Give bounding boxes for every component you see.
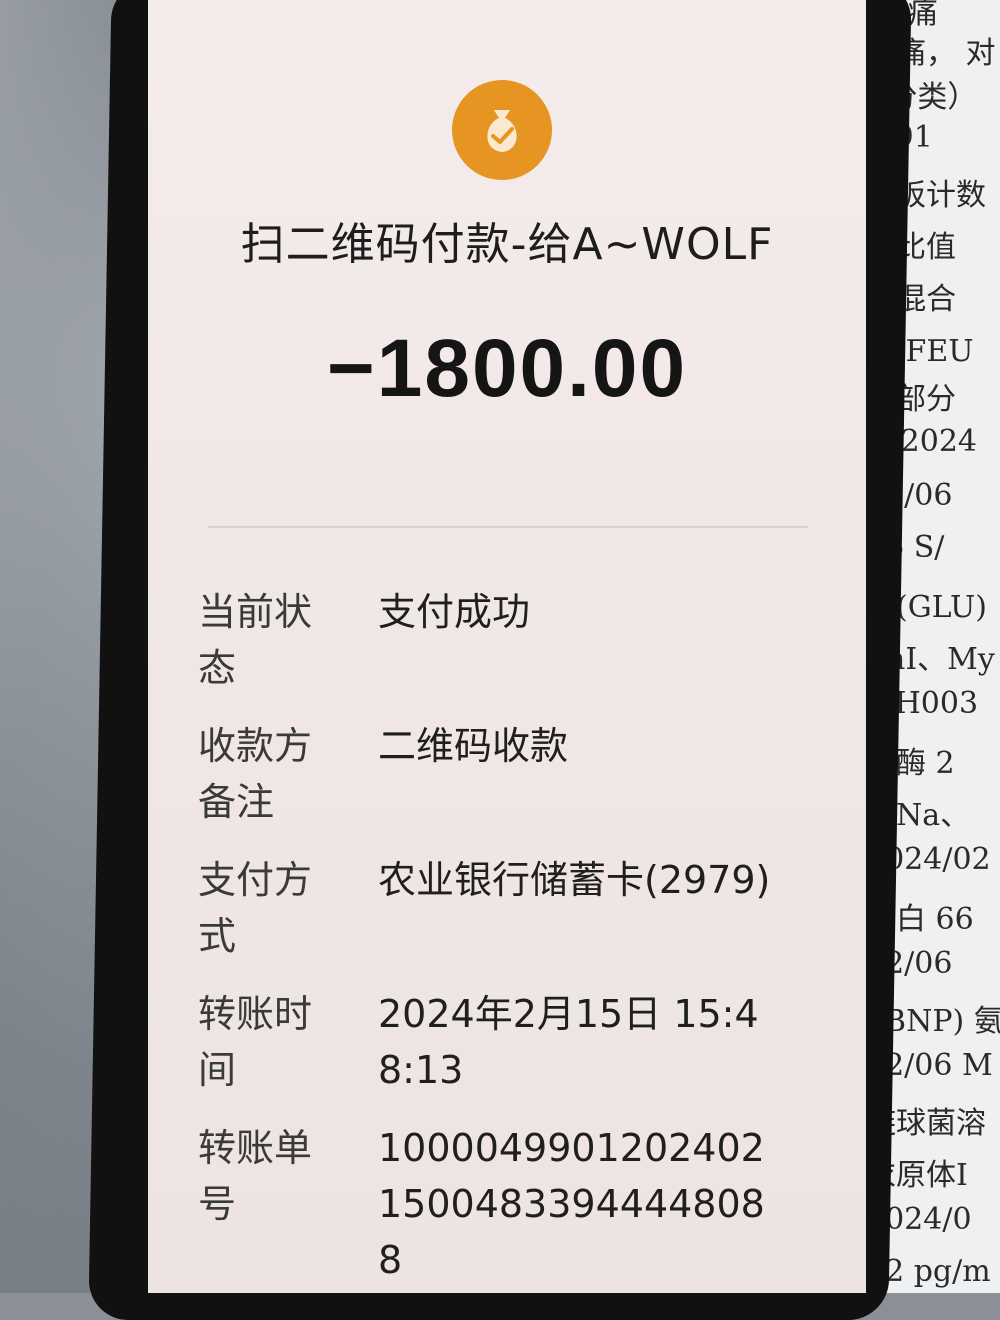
detail-value: 支付成功 bbox=[378, 590, 531, 634]
detail-label: 支付方式 bbox=[198, 858, 313, 958]
detail-label: 当前状态 bbox=[198, 590, 313, 690]
divider bbox=[208, 526, 808, 528]
money-bag-check-icon bbox=[452, 80, 552, 180]
payment-receipt-screen: 扫二维码付款-给A~WOLF −1800.00 当前状态 支付成功 收款方备注 … bbox=[148, 0, 866, 1293]
payment-title: 扫二维码付款-给A~WOLF bbox=[240, 219, 774, 270]
detail-label: 转账单号 bbox=[198, 1126, 313, 1226]
detail-label: 转账时间 bbox=[198, 992, 313, 1092]
detail-value: 100004990120240215004833944448088 bbox=[378, 1126, 765, 1282]
detail-label: 收款方备注 bbox=[198, 724, 313, 824]
payment-amount: −1800.00 bbox=[326, 323, 688, 414]
detail-value: 农业银行储蓄卡(2979) bbox=[378, 858, 771, 902]
detail-value: 2024年2月15日 15:48:13 bbox=[378, 992, 759, 1092]
detail-value: 二维码收款 bbox=[378, 724, 569, 768]
